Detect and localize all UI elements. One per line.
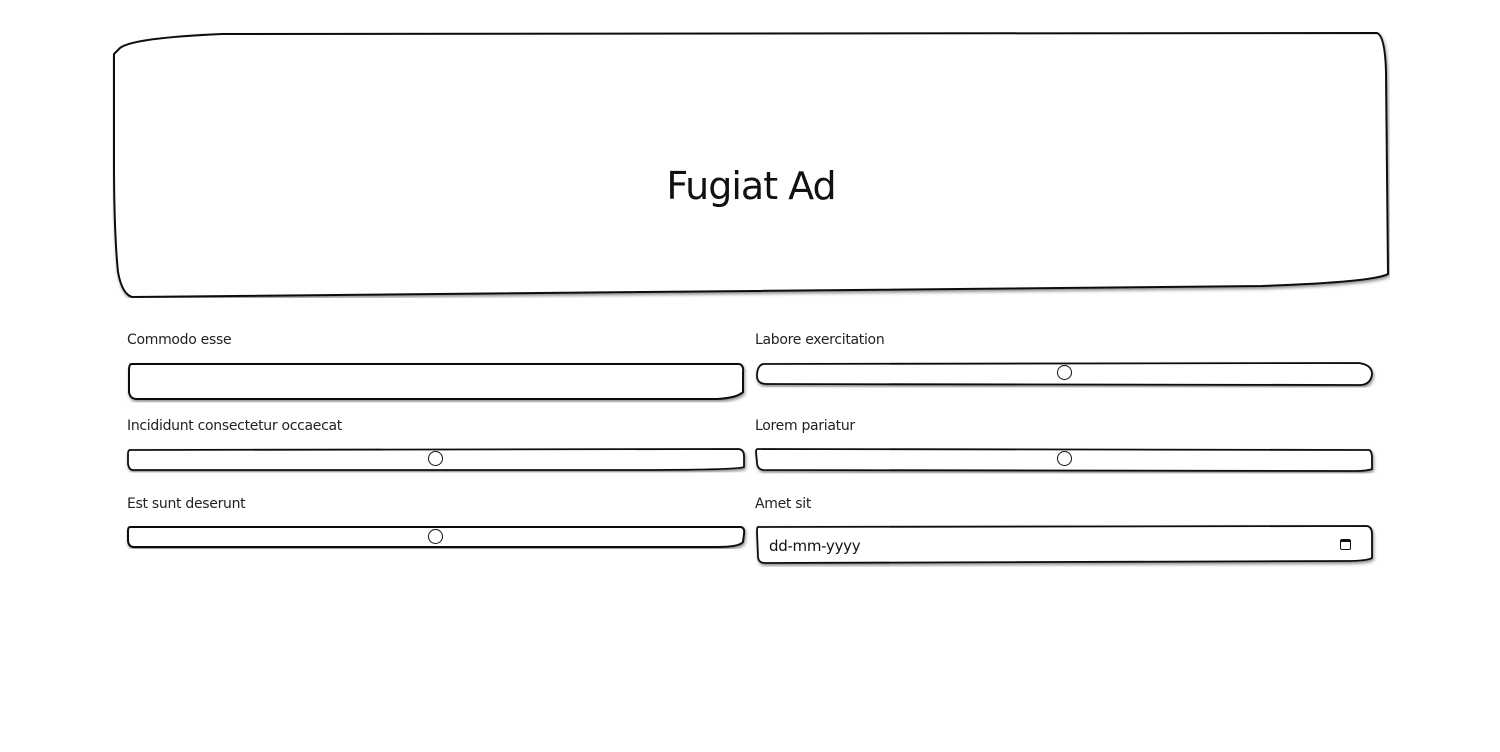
field-label: Amet sit (755, 496, 812, 512)
est-sunt-slider[interactable] (127, 526, 746, 550)
field-label: Incididunt consectetur occaecat (127, 418, 342, 434)
slider-thumb[interactable] (428, 451, 443, 466)
field-incididunt: Incididunt consectetur occaecat (127, 418, 747, 478)
amet-sit-date-input[interactable]: dd-mm-yyyy (755, 525, 1373, 564)
slider-thumb[interactable] (1057, 365, 1072, 380)
slider-thumb[interactable] (1057, 451, 1072, 466)
field-amet-sit: Amet sit dd-mm-yyyy (755, 496, 1375, 568)
hero-card: Fugiat Ad (112, 32, 1390, 298)
date-placeholder: dd-mm-yyyy (769, 537, 861, 555)
field-label: Labore exercitation (755, 332, 885, 348)
field-label: Lorem pariatur (755, 418, 855, 434)
calendar-icon[interactable] (1340, 539, 1351, 550)
page: Fugiat Ad Commodo esse Labore exercitati… (0, 0, 1500, 752)
lorem-pariatur-slider[interactable] (755, 448, 1373, 472)
labore-exercitation-slider[interactable] (755, 362, 1373, 386)
field-commodo-esse: Commodo esse (127, 332, 747, 404)
page-title: Fugiat Ad (666, 164, 836, 208)
field-label: Est sunt deserunt (127, 496, 246, 512)
incididunt-slider[interactable] (127, 448, 745, 472)
field-labore-exercitation: Labore exercitation (755, 332, 1375, 392)
slider-thumb[interactable] (428, 529, 443, 544)
field-label: Commodo esse (127, 332, 232, 348)
field-est-sunt: Est sunt deserunt (127, 496, 747, 556)
field-lorem-pariatur: Lorem pariatur (755, 418, 1375, 478)
commodo-esse-input[interactable] (127, 362, 745, 402)
